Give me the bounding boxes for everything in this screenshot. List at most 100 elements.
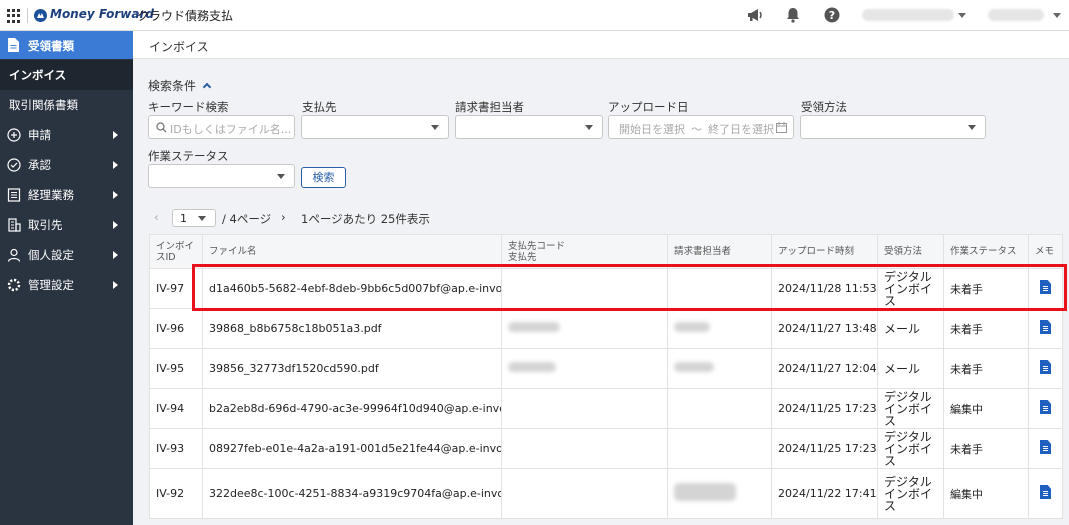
memo-cell[interactable]	[1028, 308, 1063, 349]
keyword-search-input[interactable]: IDもしくはファイル名...	[148, 115, 295, 139]
sidebar-item-personal-settings[interactable]: 個人設定	[0, 240, 133, 270]
chevron-down-icon	[585, 125, 593, 130]
sidebar-item-admin-settings[interactable]: 管理設定	[0, 270, 133, 300]
search-button[interactable]: 検索	[301, 167, 346, 188]
memo-document-icon[interactable]	[1040, 485, 1051, 499]
redacted-assignee	[674, 322, 710, 332]
sidebar-item-accounting[interactable]: 経理業務	[0, 180, 133, 210]
money-forward-logo-icon	[34, 9, 47, 22]
memo-cell[interactable]	[1028, 268, 1063, 309]
memo-cell[interactable]	[1028, 428, 1063, 469]
upload-time: 2024/11/27 13:48	[771, 308, 878, 349]
chevron-down-icon[interactable]	[958, 13, 966, 18]
payee-select[interactable]	[301, 115, 449, 139]
work-status-select[interactable]	[148, 164, 295, 188]
memo-document-icon[interactable]	[1040, 400, 1051, 414]
organization-name-redacted[interactable]	[862, 9, 954, 21]
table-row[interactable]: IV-95 39856_32773df1520cd590.pdf 2024/11…	[149, 348, 1063, 389]
chevron-right-icon	[113, 131, 118, 139]
memo-document-icon[interactable]	[1040, 360, 1051, 374]
sidebar-item-transaction-documents[interactable]: 取引関係書類	[0, 90, 133, 120]
table-row[interactable]: IV-92 322dee8c-100c-4251-8834-a9319c9704…	[149, 468, 1063, 519]
chevron-down-icon[interactable]	[1053, 13, 1061, 18]
payee-cell	[501, 348, 668, 389]
invoice-id: IV-92	[149, 468, 203, 519]
sidebar-item-label: 経理業務	[28, 188, 74, 202]
file-name[interactable]: b2a2eb8d-696d-4790-ac3e-99964f10d940@ap.…	[202, 388, 502, 429]
bell-icon[interactable]	[786, 7, 800, 23]
column-header-assignee[interactable]: 請求書担当者	[667, 234, 772, 269]
file-name[interactable]: d1a460b5-5682-4ebf-8deb-9bb6c5d007bf@ap.…	[202, 268, 502, 309]
sidebar-item-request[interactable]: 申請	[0, 120, 133, 150]
product-name: クラウド債務支払	[137, 9, 234, 23]
column-header-uploaded[interactable]: アップロード時刻	[771, 234, 878, 269]
work-status: 編集中	[943, 388, 1029, 429]
chevron-right-icon	[113, 221, 118, 229]
file-name[interactable]: 39868_b8b6758c18b051a3.pdf	[202, 308, 502, 349]
receipt-method: デジタルインボイス	[877, 268, 944, 309]
divider	[27, 8, 28, 23]
page-title: インボイス	[149, 40, 209, 54]
column-header-method[interactable]: 受領方法	[877, 234, 944, 269]
assignee-cell	[667, 348, 772, 389]
column-header-payee[interactable]: 支払先コード 支払先	[501, 234, 668, 269]
start-date-placeholder: 開始日を選択	[619, 123, 685, 136]
plus-circle-icon	[7, 128, 21, 142]
megaphone-icon[interactable]	[746, 7, 764, 23]
memo-cell[interactable]	[1028, 468, 1063, 519]
table-row[interactable]: IV-96 39868_b8b6758c18b051a3.pdf 2024/11…	[149, 308, 1063, 349]
assignee-select[interactable]	[455, 115, 603, 139]
chevron-right-icon	[113, 161, 118, 169]
invoice-id: IV-96	[149, 308, 203, 349]
gear-icon	[7, 278, 21, 292]
apps-grid-icon[interactable]	[7, 9, 21, 23]
column-header-status[interactable]: 作業ステータス	[943, 234, 1029, 269]
chevron-down-icon	[431, 125, 439, 130]
table-row[interactable]: IV-93 08927feb-e01e-4a2a-a191-001d5e21fe…	[149, 428, 1063, 469]
assignee-cell	[667, 308, 772, 349]
prev-page-icon[interactable]: ‹	[154, 210, 159, 224]
upload-time: 2024/11/25 17:23	[771, 428, 878, 469]
sidebar-item-invoice[interactable]: インボイス	[0, 60, 133, 90]
memo-document-icon[interactable]	[1040, 440, 1051, 454]
file-name[interactable]: 322dee8c-100c-4251-8834-a9319c9704fa@ap.…	[202, 468, 502, 519]
memo-document-icon[interactable]	[1040, 320, 1051, 334]
chevron-down-icon	[198, 216, 206, 221]
table-row[interactable]: IV-94 b2a2eb8d-696d-4790-ac3e-99964f10d9…	[149, 388, 1063, 429]
page-header: インボイス	[133, 31, 1069, 59]
main-content: インボイス 検索条件 キーワード検索 IDもしくはファイル名... 支払先 請求…	[133, 31, 1069, 525]
upload-date-range-picker[interactable]: 開始日を選択 ～ 終了日を選択	[608, 115, 794, 139]
help-icon[interactable]: ?	[824, 7, 840, 23]
sidebar-item-vendors[interactable]: 取引先	[0, 210, 133, 240]
column-header-id[interactable]: インボイスID	[149, 234, 203, 269]
user-name-redacted[interactable]	[988, 9, 1044, 21]
upload-date-label: アップロード日	[608, 100, 689, 114]
document-icon	[8, 38, 19, 52]
sidebar-section-received-documents[interactable]: 受領書類	[0, 31, 133, 59]
filter-heading[interactable]: 検索条件	[148, 77, 212, 94]
column-header-file[interactable]: ファイル名	[202, 234, 502, 269]
work-status: 未着手	[943, 348, 1029, 389]
column-header-memo: メモ	[1028, 234, 1063, 269]
chevron-right-icon	[113, 251, 118, 259]
memo-cell[interactable]	[1028, 348, 1063, 389]
file-name[interactable]: 39856_32773df1520cd590.pdf	[202, 348, 502, 389]
table-row[interactable]: IV-97 d1a460b5-5682-4ebf-8deb-9bb6c5d007…	[149, 268, 1063, 309]
memo-document-icon[interactable]	[1040, 280, 1051, 294]
assignee-cell	[667, 468, 772, 519]
work-status-label: 作業ステータス	[148, 149, 229, 163]
assignee-cell	[667, 388, 772, 429]
invoice-id: IV-95	[149, 348, 203, 389]
redacted-assignee	[674, 362, 714, 372]
payee-cell	[501, 268, 668, 309]
upload-time: 2024/11/25 17:23	[771, 388, 878, 429]
sidebar-item-label: 申請	[28, 128, 51, 142]
next-page-icon[interactable]: ›	[281, 210, 286, 224]
page-select[interactable]: 1	[172, 209, 216, 227]
sidebar-item-approval[interactable]: 承認	[0, 150, 133, 180]
payee-cell	[501, 388, 668, 429]
receipt-method-select[interactable]	[800, 115, 986, 139]
total-pages: / 4ページ	[222, 212, 272, 226]
file-name[interactable]: 08927feb-e01e-4a2a-a191-001d5e21fe44@ap.…	[202, 428, 502, 469]
memo-cell[interactable]	[1028, 388, 1063, 429]
